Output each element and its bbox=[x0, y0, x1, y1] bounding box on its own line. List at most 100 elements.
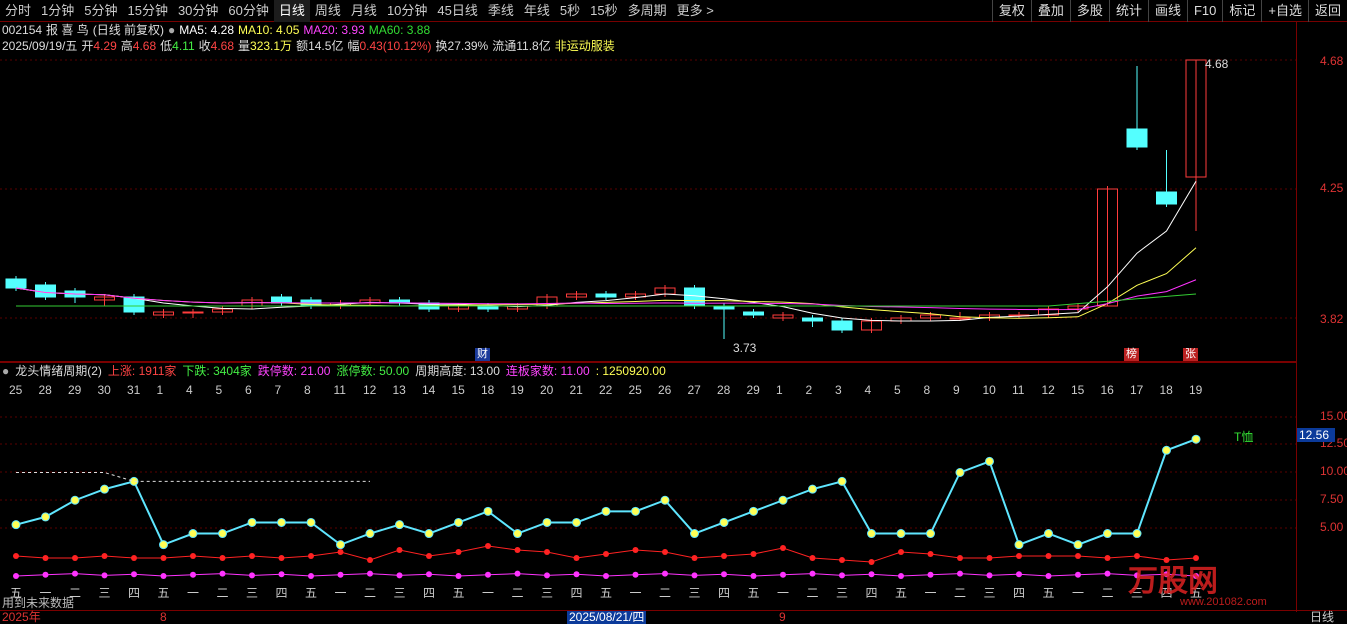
future-data-note: 用到未来数据 bbox=[2, 596, 75, 610]
up-point bbox=[809, 555, 816, 561]
candle-body bbox=[5, 278, 27, 289]
weekday-label: 二 bbox=[216, 586, 229, 600]
period-label[interactable]: 日线 bbox=[1310, 611, 1334, 624]
cycle-point bbox=[572, 517, 581, 527]
kline-chart[interactable] bbox=[0, 0, 1347, 624]
cycle-point bbox=[955, 468, 965, 477]
weekday-label: 五 bbox=[305, 586, 318, 600]
date-label: 25 bbox=[628, 383, 642, 397]
cycle-point bbox=[601, 506, 611, 516]
limit-point bbox=[13, 573, 19, 579]
indicator-current-value: 12.56 bbox=[1297, 428, 1335, 442]
up-point bbox=[249, 553, 255, 559]
up-point bbox=[839, 557, 845, 563]
date-label: 4 bbox=[186, 383, 193, 397]
limit-point bbox=[1045, 573, 1052, 579]
indicator-name[interactable]: 龙头情绪周期(2) bbox=[15, 363, 102, 379]
limit-point bbox=[42, 571, 49, 578]
cycle-point bbox=[454, 517, 463, 527]
weekday-label: 三 bbox=[98, 586, 111, 600]
date-label: 12 bbox=[1041, 383, 1055, 397]
limit-point bbox=[986, 572, 993, 579]
cycle-point bbox=[159, 540, 168, 550]
cycle-point bbox=[719, 517, 729, 527]
date-label: 2 bbox=[805, 383, 813, 397]
limit-point bbox=[160, 573, 167, 579]
date-label: 7 bbox=[274, 383, 282, 397]
weekday-label: 四 bbox=[1013, 586, 1026, 600]
up-point bbox=[190, 553, 196, 559]
date-label: 28 bbox=[38, 383, 52, 397]
weekday-label: 五 bbox=[895, 586, 908, 600]
date-label: 17 bbox=[1130, 383, 1144, 397]
limit-point bbox=[249, 572, 255, 579]
up-point bbox=[426, 553, 432, 559]
date-label: 29 bbox=[746, 383, 760, 397]
cycle-point bbox=[1103, 529, 1112, 539]
down-count: 下跌: 3404家 bbox=[182, 364, 252, 378]
candle-body bbox=[1156, 191, 1177, 205]
cycle-point bbox=[808, 484, 817, 494]
limit-point bbox=[190, 571, 196, 578]
price-axis-label: 3.82 bbox=[1320, 312, 1344, 326]
candle-body bbox=[802, 317, 823, 322]
limit-point bbox=[868, 571, 875, 578]
low-price-mark: 3.73 bbox=[733, 341, 757, 355]
cycle-point bbox=[277, 517, 286, 527]
up-point bbox=[544, 549, 550, 555]
cycle-point bbox=[1044, 529, 1053, 539]
limit-up-tag[interactable]: 张 bbox=[1183, 348, 1198, 361]
date-label: 3 bbox=[835, 383, 842, 397]
up-point bbox=[367, 557, 373, 563]
up-point bbox=[986, 555, 993, 561]
limit-point bbox=[1075, 571, 1081, 578]
limit-point bbox=[367, 570, 373, 577]
up-point bbox=[13, 553, 19, 559]
indicator-header: ● 龙头情绪周期(2) 上涨: 1911家 下跌: 3404家 跌停数: 21.… bbox=[2, 363, 666, 379]
date-label: 8 bbox=[304, 383, 311, 397]
price-axis-label: 4.68 bbox=[1320, 54, 1344, 68]
cycle-point bbox=[1073, 540, 1083, 550]
up-point bbox=[1016, 553, 1022, 559]
up-point bbox=[868, 559, 875, 565]
cycle-point bbox=[1014, 540, 1024, 550]
up-point bbox=[219, 555, 226, 561]
cycle-point bbox=[395, 520, 404, 530]
date-label: 6 bbox=[245, 383, 252, 397]
cycle-height-line bbox=[16, 472, 370, 482]
date-label: 30 bbox=[97, 383, 111, 397]
limit-point bbox=[603, 573, 609, 579]
limit-point bbox=[927, 571, 934, 578]
limit-point bbox=[780, 571, 786, 578]
date-label: 18 bbox=[1159, 383, 1173, 397]
cycle-point bbox=[513, 529, 522, 539]
ma10-line bbox=[15, 247, 1197, 319]
misc-value: : 1250920.00 bbox=[595, 364, 666, 378]
indicator-toggle-icon[interactable]: ● bbox=[2, 363, 9, 379]
weekday-label: 二 bbox=[511, 586, 524, 600]
up-point bbox=[278, 555, 285, 561]
weekday-label: 五 bbox=[1042, 586, 1055, 600]
date-label: 26 bbox=[658, 383, 672, 397]
up-point bbox=[662, 549, 668, 555]
limit-point bbox=[72, 570, 78, 577]
limit-up-count: 涨停数: 50.00 bbox=[336, 364, 410, 378]
limit-point bbox=[544, 572, 550, 579]
weekday-label: 四 bbox=[865, 586, 878, 600]
up-point bbox=[485, 543, 491, 549]
weekday-label: 二 bbox=[1101, 586, 1114, 600]
dragon-tiger-tag[interactable]: 榜 bbox=[1124, 348, 1139, 361]
weekday-label: 四 bbox=[275, 586, 288, 600]
weekday-label: 四 bbox=[570, 586, 583, 600]
date-label: 11 bbox=[1012, 383, 1025, 397]
signal-label: T恤 bbox=[1234, 430, 1254, 444]
weekday-label: 一 bbox=[1072, 586, 1085, 600]
date-label: 15 bbox=[1071, 383, 1085, 397]
financial-report-tag[interactable]: 财 bbox=[475, 348, 490, 361]
indicator-axis-label: 7.50 bbox=[1320, 492, 1344, 506]
cycle-point bbox=[365, 529, 375, 539]
weekday-label: 五 bbox=[452, 586, 465, 600]
up-point bbox=[721, 553, 727, 559]
cycle-point bbox=[778, 495, 788, 505]
limit-point bbox=[337, 571, 344, 578]
